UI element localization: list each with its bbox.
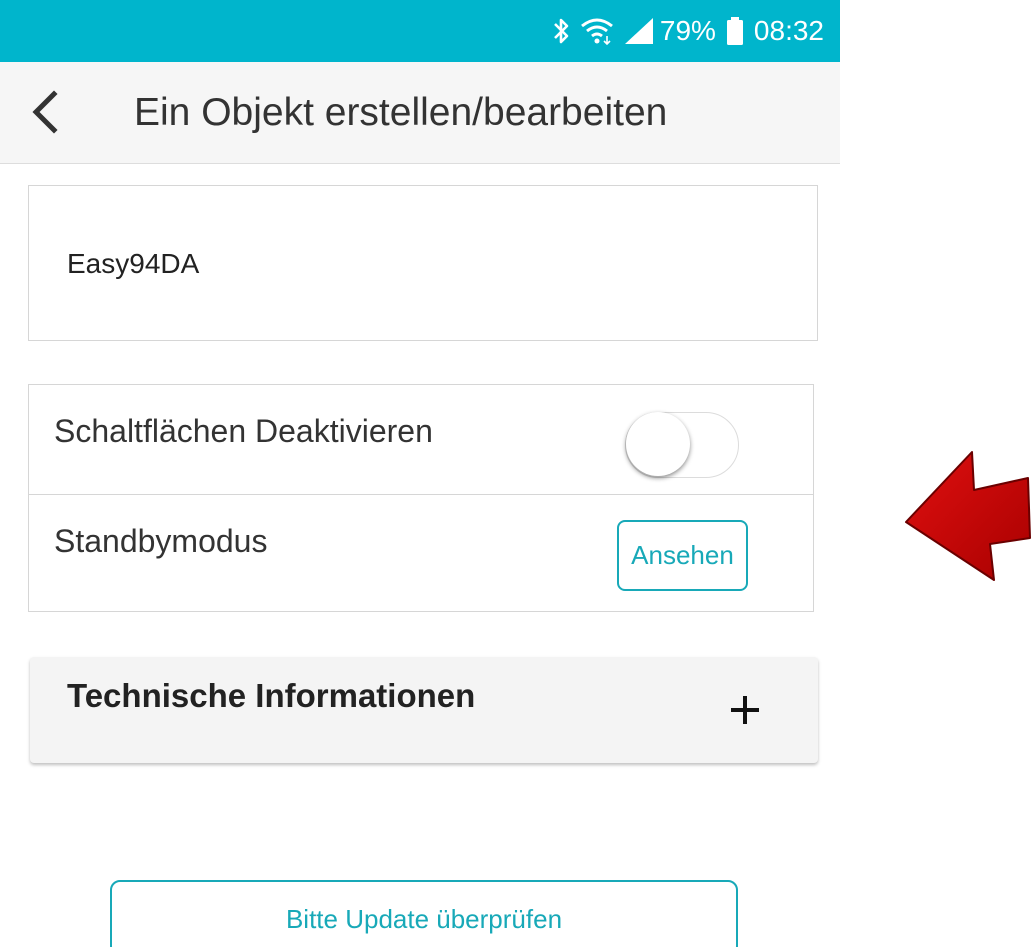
red-arrow-icon bbox=[900, 440, 1032, 585]
wifi-icon bbox=[580, 17, 614, 45]
toggle-knob bbox=[626, 412, 690, 476]
page-title: Ein Objekt erstellen/bearbeiten bbox=[134, 91, 668, 134]
technical-info-accordion[interactable]: Technische Informationen bbox=[30, 657, 818, 763]
technical-info-title: Technische Informationen bbox=[67, 677, 476, 714]
signal-icon bbox=[624, 17, 654, 45]
status-time: 08:32 bbox=[753, 15, 824, 46]
status-bar: 79% 08:32 bbox=[0, 0, 840, 62]
standby-row: Standbymodus Ansehen bbox=[29, 495, 813, 605]
app-bar: Ein Objekt erstellen/bearbeiten bbox=[0, 62, 840, 164]
disable-buttons-label: Schaltflächen Deaktivieren bbox=[54, 413, 433, 449]
disable-buttons-row: Schaltflächen Deaktivieren bbox=[29, 385, 813, 495]
object-name-field bbox=[28, 185, 818, 341]
settings-card: Schaltflächen Deaktivieren Standbymodus … bbox=[28, 384, 814, 612]
bluetooth-icon bbox=[552, 16, 570, 46]
standby-view-button[interactable]: Ansehen bbox=[617, 520, 748, 591]
chevron-left-icon[interactable] bbox=[24, 90, 68, 134]
check-update-button[interactable]: Bitte Update überprüfen bbox=[110, 880, 738, 947]
battery-percent: 79% bbox=[659, 15, 716, 46]
battery-icon bbox=[726, 16, 744, 46]
phone-screen: 79% 08:32 Ein Objekt erstellen/bearbeite… bbox=[0, 0, 840, 947]
standby-label: Standbymodus bbox=[54, 523, 268, 559]
plus-icon[interactable] bbox=[727, 692, 763, 728]
disable-buttons-toggle[interactable] bbox=[625, 410, 739, 480]
object-name-input[interactable] bbox=[67, 236, 767, 292]
